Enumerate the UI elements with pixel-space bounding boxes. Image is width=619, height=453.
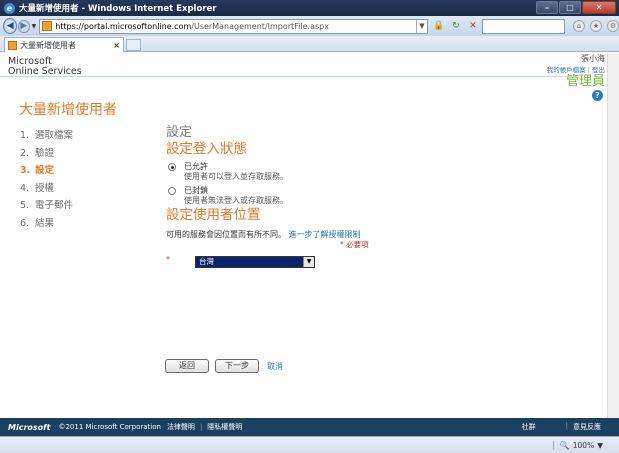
back-nav-button[interactable]: ◀ (3, 18, 18, 34)
forward-nav-button[interactable]: ▶ (18, 19, 30, 33)
url-input[interactable]: https:// portal.microsoftonline.com /Use… (39, 18, 428, 34)
site-favicon-icon (42, 21, 53, 31)
step-item: 6. 結果 (20, 217, 55, 229)
minimize-button[interactable]: – (536, 1, 558, 14)
tab-close-icon[interactable]: × (113, 41, 120, 50)
radio-allowed-button[interactable] (168, 163, 176, 171)
user-block: 張小海 我的帳戶檔案 | 登出 管理員 (547, 53, 605, 89)
vertical-scrollbar[interactable] (607, 53, 619, 418)
window-title: 大量新增使用者 - Windows Internet Explorer (19, 4, 217, 14)
help-icon[interactable]: ? (592, 90, 603, 101)
ms-logo[interactable]: Microsoft Online Services (8, 57, 82, 77)
legal-link[interactable]: 法律聲明 (167, 422, 195, 432)
back-button[interactable]: 返回 (165, 359, 209, 373)
header-divider (0, 76, 575, 77)
zoom-magnifier-icon: 🔍 (559, 440, 570, 450)
community-link[interactable]: 社群 (522, 422, 536, 432)
blocked-desc: 使用者無法登入或存取服務。 (184, 196, 288, 205)
tab-favicon-icon (8, 40, 17, 50)
user-name: 張小海 (581, 54, 605, 63)
allowed-desc: 使用者可以登入並存取服務。 (184, 172, 288, 181)
stop-icon[interactable]: ✕ (466, 19, 480, 33)
tab-active[interactable]: 大量新增使用者 × (4, 37, 124, 52)
radio-blocked[interactable]: 已封鎖 使用者無法登入或存取服務。 (166, 186, 361, 206)
radio-blocked-button[interactable] (168, 187, 176, 195)
tools-gear-icon[interactable]: ⚙ (606, 20, 619, 32)
required-note: * 必要項 (340, 240, 369, 249)
search-input[interactable] (481, 18, 565, 34)
next-button[interactable]: 下一步 (215, 359, 259, 373)
zoom-control[interactable]: 🔍 100% ▼ (552, 440, 603, 450)
blocked-label: 已封鎖 (184, 186, 208, 195)
settings-form: 設定 設定登入狀態 已允許 使用者可以登入並存取服務。 已封鎖 使用者無法登入或… (166, 125, 361, 240)
feedback-link[interactable]: 意見反應 (573, 422, 601, 432)
refresh-icon[interactable]: ↻ (449, 19, 463, 33)
tab-label: 大量新增使用者 (20, 40, 76, 50)
signin-status-title: 設定登入狀態 (166, 141, 247, 157)
address-bar: ◀ ▶ ▼ https:// portal.microsoftonline.co… (0, 16, 619, 36)
privacy-link[interactable]: 隱私權聲明 (207, 422, 242, 432)
step-item-current: 3. 設定 (20, 165, 55, 176)
url-path: /UserManagement/ImportFile.aspx (191, 21, 329, 31)
user-links: 我的帳戶檔案 | 登出 (546, 66, 605, 74)
profile-link[interactable]: 我的帳戶檔案 (547, 66, 586, 74)
section-heading: 設定 (166, 125, 193, 140)
favorites-star-icon[interactable]: ★ (589, 20, 602, 32)
page-title: 大量新增使用者 (19, 102, 117, 118)
cancel-link[interactable]: 取消 (267, 361, 283, 372)
button-row: 返回 下一步 取消 (165, 359, 283, 373)
history-dropdown-icon[interactable]: ▼ (32, 23, 37, 30)
chevron-down-icon[interactable]: ▼ (303, 257, 314, 267)
step-item: 4. 授權 (20, 182, 55, 194)
footer-logo: Microsoft (8, 422, 51, 432)
url-scheme: https:// (55, 21, 84, 31)
page-footer: Microsoft ©2011 Microsoft Corporation 法律… (0, 418, 619, 436)
radio-allowed[interactable]: 已允許 使用者可以登入並存取服務。 (166, 162, 361, 182)
zoom-level: 100% (572, 440, 595, 450)
window-titlebar: e 大量新增使用者 - Windows Internet Explorer – … (0, 0, 619, 16)
wizard-steps: 1. 選取檔案 2. 驗證 3. 設定 4. 授權 5. 電子郵件 6. 結果 (20, 127, 73, 232)
location-title: 設定使用者位置 (166, 207, 261, 223)
footer-copyright: ©2011 Microsoft Corporation (58, 423, 161, 431)
home-icon[interactable]: ⌂ (572, 20, 585, 32)
tab-bar: 大量新增使用者 × (0, 36, 619, 52)
step-item: 1. 選取檔案 (20, 130, 74, 141)
url-host: portal.microsoftonline.com (83, 21, 192, 31)
allowed-label: 已允許 (184, 162, 208, 171)
new-tab-button[interactable] (126, 39, 141, 51)
step-item: 2. 驗證 (20, 147, 55, 159)
maximize-button[interactable]: □ (559, 1, 581, 14)
window-controls: – □ ✕ (536, 1, 616, 14)
step-item: 5. 電子郵件 (20, 200, 74, 211)
lock-icon[interactable]: 🔒 (432, 19, 446, 33)
required-star: * (166, 255, 170, 264)
url-dropdown-icon[interactable]: ▼ (415, 19, 427, 33)
ie-logo-icon: e (4, 2, 15, 14)
signout-link[interactable]: 登出 (592, 66, 605, 74)
close-window-button[interactable]: ✕ (582, 1, 616, 14)
status-bar: 🔍 100% ▼ (0, 436, 619, 453)
country-select[interactable]: 台灣 ▼ (195, 256, 315, 268)
zoom-dropdown-icon[interactable]: ▼ (597, 441, 603, 450)
page-content: Microsoft Online Services 張小海 我的帳戶檔案 | 登出 … (0, 53, 607, 418)
location-desc: 可用的服務會因位置而有所不同。 進一步了解授權限制 (166, 230, 361, 239)
license-restrictions-link[interactable]: 進一步了解授權限制 (289, 230, 361, 239)
